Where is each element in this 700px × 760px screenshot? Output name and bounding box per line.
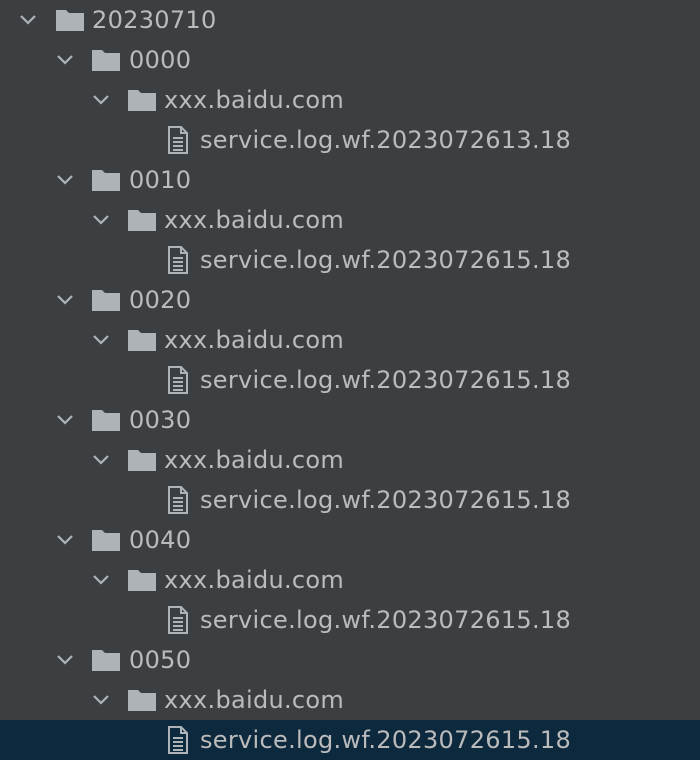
folder-label: xxx.baidu.com xyxy=(164,206,345,234)
file-icon xyxy=(168,606,188,634)
chevron-down-icon[interactable] xyxy=(91,90,111,110)
folder-icon xyxy=(92,650,120,671)
folder-label: xxx.baidu.com xyxy=(164,686,345,714)
tree-row-file[interactable]: service.log.wf.2023072613.18 xyxy=(0,120,700,160)
folder-icon xyxy=(92,170,120,191)
file-label: service.log.wf.2023072615.18 xyxy=(200,606,572,634)
folder-icon xyxy=(128,90,156,111)
chevron-down-icon[interactable] xyxy=(91,330,111,350)
file-icon xyxy=(168,726,188,754)
folder-icon xyxy=(128,690,156,711)
folder-label: 0000 xyxy=(129,46,192,74)
folder-label: 0020 xyxy=(129,286,192,314)
chevron-down-icon[interactable] xyxy=(55,650,75,670)
file-label: service.log.wf.2023072615.18 xyxy=(200,366,572,394)
file-label: service.log.wf.2023072615.18 xyxy=(200,486,572,514)
chevron-down-icon[interactable] xyxy=(55,410,75,430)
folder-icon xyxy=(128,330,156,351)
chevron-down-icon[interactable] xyxy=(55,170,75,190)
tree-row-file[interactable]: service.log.wf.2023072615.18 xyxy=(0,480,700,520)
folder-icon xyxy=(92,290,120,311)
tree-row-file[interactable]: service.log.wf.2023072615.18 xyxy=(0,600,700,640)
file-label: service.log.wf.2023072615.18 xyxy=(200,726,572,754)
folder-icon xyxy=(128,450,156,471)
chevron-down-icon[interactable] xyxy=(18,10,38,30)
folder-label: 20230710 xyxy=(92,6,217,34)
folder-icon xyxy=(128,210,156,231)
tree-row-file-selected[interactable]: service.log.wf.2023072615.18 xyxy=(0,720,700,760)
file-label: service.log.wf.2023072615.18 xyxy=(200,246,572,274)
folder-label: xxx.baidu.com xyxy=(164,86,345,114)
tree-row-folder[interactable]: 0050 xyxy=(0,640,700,680)
tree-row-subfolder[interactable]: xxx.baidu.com xyxy=(0,680,700,720)
file-icon xyxy=(168,366,188,394)
folder-label: xxx.baidu.com xyxy=(164,566,345,594)
chevron-down-icon[interactable] xyxy=(55,290,75,310)
tree-row-folder[interactable]: 0000 xyxy=(0,40,700,80)
folder-icon xyxy=(128,570,156,591)
chevron-down-icon[interactable] xyxy=(91,690,111,710)
tree-row-subfolder[interactable]: xxx.baidu.com xyxy=(0,80,700,120)
tree-row-subfolder[interactable]: xxx.baidu.com xyxy=(0,440,700,480)
tree-row-folder[interactable]: 0030 xyxy=(0,400,700,440)
file-icon xyxy=(168,246,188,274)
project-tree: 20230710 0000 xxx.baidu.com service.log.… xyxy=(0,0,700,760)
file-icon xyxy=(168,126,188,154)
tree-row-root[interactable]: 20230710 xyxy=(0,0,700,40)
chevron-down-icon[interactable] xyxy=(55,530,75,550)
folder-icon xyxy=(92,50,120,71)
tree-row-subfolder[interactable]: xxx.baidu.com xyxy=(0,320,700,360)
folder-label: xxx.baidu.com xyxy=(164,326,345,354)
tree-row-subfolder[interactable]: xxx.baidu.com xyxy=(0,200,700,240)
folder-label: 0030 xyxy=(129,406,192,434)
tree-row-file[interactable]: service.log.wf.2023072615.18 xyxy=(0,240,700,280)
file-label: service.log.wf.2023072613.18 xyxy=(200,126,572,154)
tree-row-subfolder[interactable]: xxx.baidu.com xyxy=(0,560,700,600)
chevron-down-icon[interactable] xyxy=(91,210,111,230)
folder-label: 0040 xyxy=(129,526,192,554)
chevron-down-icon[interactable] xyxy=(91,450,111,470)
tree-row-folder[interactable]: 0040 xyxy=(0,520,700,560)
folder-label: xxx.baidu.com xyxy=(164,446,345,474)
folder-label: 0010 xyxy=(129,166,192,194)
tree-row-file[interactable]: service.log.wf.2023072615.18 xyxy=(0,360,700,400)
chevron-down-icon[interactable] xyxy=(91,570,111,590)
chevron-down-icon[interactable] xyxy=(55,50,75,70)
folder-icon xyxy=(92,410,120,431)
folder-icon xyxy=(92,530,120,551)
folder-label: 0050 xyxy=(129,646,192,674)
tree-row-folder[interactable]: 0010 xyxy=(0,160,700,200)
folder-icon xyxy=(56,10,84,31)
file-icon xyxy=(168,486,188,514)
tree-row-folder[interactable]: 0020 xyxy=(0,280,700,320)
